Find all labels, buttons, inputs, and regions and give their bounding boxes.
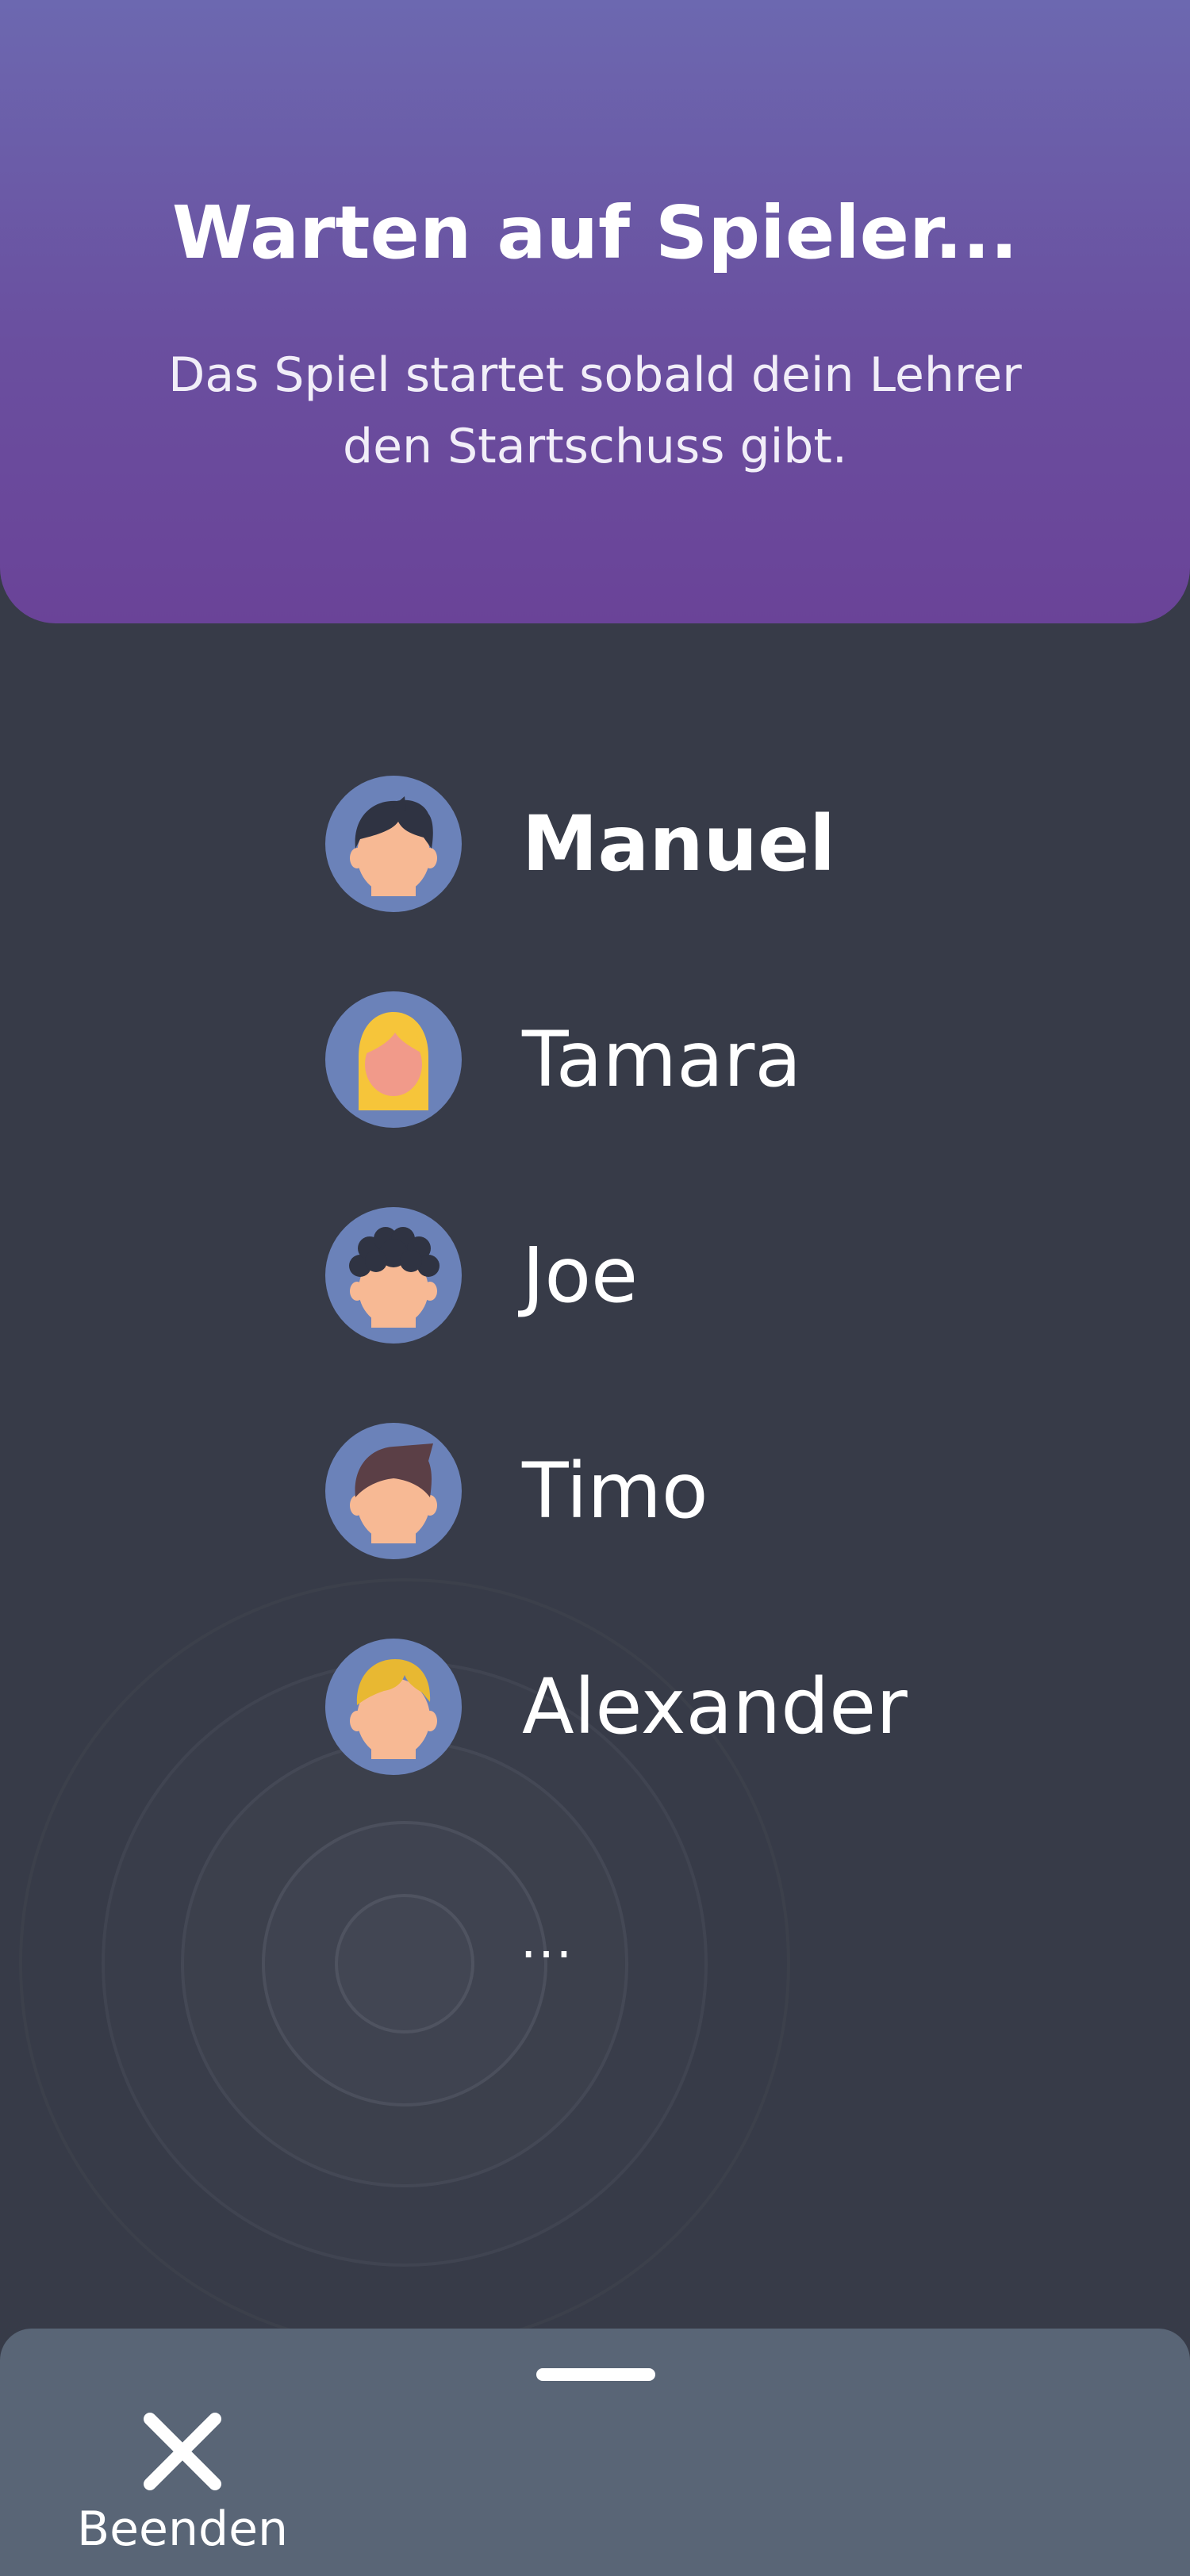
- player-name: Joe: [522, 1231, 639, 1320]
- avatar-boy-brown-hair-icon: [325, 1423, 462, 1559]
- waiting-screen: Warten auf Spieler... Das Spiel startet …: [0, 0, 1190, 2576]
- list-item: Timo: [325, 1423, 1039, 1559]
- list-item: Manuel: [325, 776, 1039, 912]
- player-name: Alexander: [522, 1662, 908, 1751]
- more-players-indicator: ...: [520, 1911, 574, 1970]
- avatar-boy-dark-hair-icon: [325, 776, 462, 912]
- player-name: Timo: [522, 1447, 708, 1535]
- bottom-panel: Beenden: [0, 2329, 1190, 2576]
- end-button-label: Beenden: [76, 2501, 289, 2557]
- close-icon: [144, 2413, 221, 2490]
- player-list: Manuel Tamara Joe Timo Alexander ...: [0, 0, 1190, 2576]
- drag-handle[interactable]: [536, 2368, 655, 2381]
- avatar-boy-curly-hair-icon: [325, 1207, 462, 1344]
- avatar-girl-blonde-hair-icon: [325, 991, 462, 1128]
- end-button[interactable]: Beenden: [71, 2384, 294, 2566]
- avatar-boy-blond-hair-icon: [325, 1639, 462, 1775]
- player-name: Manuel: [522, 799, 836, 888]
- list-item: Joe: [325, 1207, 1039, 1344]
- player-name: Tamara: [522, 1015, 802, 1104]
- list-item: Tamara: [325, 991, 1039, 1128]
- list-item: Alexander: [325, 1639, 1039, 1775]
